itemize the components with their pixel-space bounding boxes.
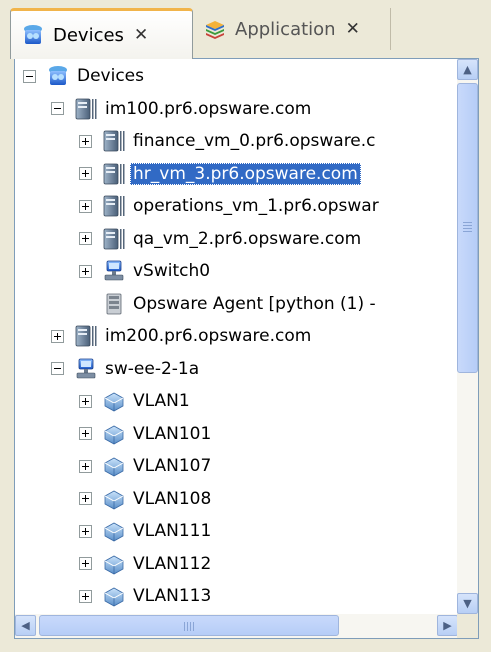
tree-item-label: VLAN111 bbox=[133, 521, 212, 541]
tab-application[interactable]: Application ✕ bbox=[193, 8, 391, 50]
tree-item-label: VLAN108 bbox=[133, 488, 212, 509]
tree-item-label: hr_vm_3.pr6.opsware.com bbox=[130, 162, 361, 185]
scroll-right-button[interactable]: ▶ bbox=[437, 615, 458, 636]
tree-item-label: finance_vm_0.pr6.opsware.c bbox=[133, 131, 376, 151]
tree-item[interactable]: qa_vm_2.pr6.opsware.com bbox=[79, 224, 364, 254]
tree-item[interactable]: VLAN108 bbox=[79, 484, 214, 514]
tab-strip: Devices ✕ Application ✕ bbox=[0, 0, 491, 59]
server-icon bbox=[74, 324, 98, 348]
scroll-up-button[interactable]: ▲ bbox=[457, 59, 478, 80]
tree-item[interactable]: VLAN107 bbox=[79, 451, 214, 481]
tree-item-label: VLAN107 bbox=[133, 456, 212, 476]
expand-icon[interactable] bbox=[79, 459, 92, 473]
vlan-icon bbox=[102, 389, 126, 413]
vlan-icon bbox=[102, 584, 126, 608]
collapse-icon[interactable] bbox=[51, 362, 64, 375]
horizontal-scrollbar[interactable]: ◀ ▶ bbox=[15, 614, 458, 638]
expand-icon[interactable] bbox=[79, 492, 92, 505]
close-icon[interactable]: ✕ bbox=[346, 19, 360, 39]
device-tree[interactable]: Devices im100.pr6.opsware.com finance_vm_0… bbox=[15, 59, 458, 614]
expand-icon[interactable] bbox=[79, 167, 92, 180]
tab-devices[interactable]: Devices ✕ bbox=[10, 8, 193, 59]
server-icon bbox=[102, 162, 126, 186]
expand-icon[interactable] bbox=[79, 134, 92, 148]
device-tree-panel: Devices im100.pr6.opsware.com finance_vm_0… bbox=[14, 58, 479, 639]
server-icon bbox=[102, 227, 126, 251]
tree-item-label: qa_vm_2.pr6.opsware.com bbox=[133, 228, 362, 249]
close-icon[interactable]: ✕ bbox=[134, 25, 148, 45]
scroll-down-button[interactable]: ▼ bbox=[457, 593, 478, 614]
vlan-icon bbox=[102, 552, 126, 576]
expand-icon[interactable] bbox=[79, 589, 92, 603]
server-icon bbox=[102, 129, 126, 153]
tab-label: Application bbox=[235, 18, 336, 40]
tree-item-label: VLAN101 bbox=[133, 423, 212, 444]
switch-icon bbox=[102, 259, 126, 283]
tree-item[interactable]: VLAN1 bbox=[79, 386, 193, 416]
tree-item[interactable]: operations_vm_1.pr6.opswar bbox=[79, 191, 382, 221]
tree-item-label: im200.pr6.opsware.com bbox=[105, 326, 312, 346]
vlan-icon bbox=[102, 422, 126, 446]
scrollbar-corner bbox=[457, 614, 478, 638]
server-icon bbox=[74, 97, 98, 121]
horizontal-scroll-thumb[interactable] bbox=[39, 615, 339, 636]
tree-item-label: operations_vm_1.pr6.opswar bbox=[133, 196, 379, 216]
expand-icon[interactable] bbox=[79, 199, 92, 213]
devices-icon bbox=[21, 23, 45, 47]
expand-icon[interactable] bbox=[79, 394, 92, 408]
tree-item[interactable]: VLAN101 bbox=[79, 419, 214, 449]
vertical-scroll-thumb[interactable] bbox=[457, 83, 478, 373]
devices-icon bbox=[46, 64, 70, 88]
expand-icon[interactable] bbox=[79, 427, 92, 440]
tab-label: Devices bbox=[53, 24, 124, 46]
tree-item[interactable]: Devices bbox=[23, 61, 147, 91]
vlan-icon bbox=[102, 487, 126, 511]
switch-icon bbox=[74, 357, 98, 381]
tree-item-label: vSwitch0 bbox=[133, 261, 211, 281]
vlan-icon bbox=[102, 454, 126, 478]
expand-icon[interactable] bbox=[51, 329, 64, 343]
tree-item[interactable]: Opsware Agent [python (1) - bbox=[79, 289, 379, 319]
collapse-icon[interactable] bbox=[51, 102, 64, 115]
vlan-icon bbox=[102, 519, 126, 543]
tree-item[interactable]: VLAN111 bbox=[79, 516, 214, 546]
tree-item[interactable]: hr_vm_3.pr6.opsware.com bbox=[79, 159, 361, 189]
tree-item[interactable]: finance_vm_0.pr6.opsware.c bbox=[79, 126, 379, 156]
tree-item-label: VLAN1 bbox=[133, 391, 190, 411]
tree-item[interactable]: VLAN112 bbox=[79, 549, 214, 579]
tree-item[interactable]: vSwitch0 bbox=[79, 256, 213, 286]
tree-item[interactable]: sw-ee-2-1a bbox=[51, 354, 202, 384]
expand-icon[interactable] bbox=[79, 557, 92, 570]
tree-item[interactable]: VLAN113 bbox=[79, 581, 214, 611]
vertical-scrollbar[interactable]: ▲ ▼ bbox=[457, 59, 478, 614]
expand-icon[interactable] bbox=[79, 264, 92, 278]
tree-item[interactable]: im100.pr6.opsware.com bbox=[51, 94, 314, 124]
expand-icon[interactable] bbox=[79, 232, 92, 245]
expand-icon[interactable] bbox=[79, 524, 92, 538]
collapse-icon[interactable] bbox=[23, 69, 36, 83]
tree-item-label: Opsware Agent [python (1) - bbox=[133, 293, 376, 314]
server-icon bbox=[102, 194, 126, 218]
scroll-left-button[interactable]: ◀ bbox=[15, 615, 36, 636]
tree-item-label: sw-ee-2-1a bbox=[105, 358, 200, 379]
tree-item-label: Devices bbox=[77, 66, 144, 86]
tree-item-label: VLAN112 bbox=[133, 553, 212, 574]
agent-icon bbox=[102, 292, 126, 316]
tree-item[interactable]: im200.pr6.opsware.com bbox=[51, 321, 314, 351]
tree-item-label: VLAN113 bbox=[133, 586, 212, 606]
tree-item-label: im100.pr6.opsware.com bbox=[105, 98, 312, 119]
application-icon bbox=[203, 17, 227, 41]
